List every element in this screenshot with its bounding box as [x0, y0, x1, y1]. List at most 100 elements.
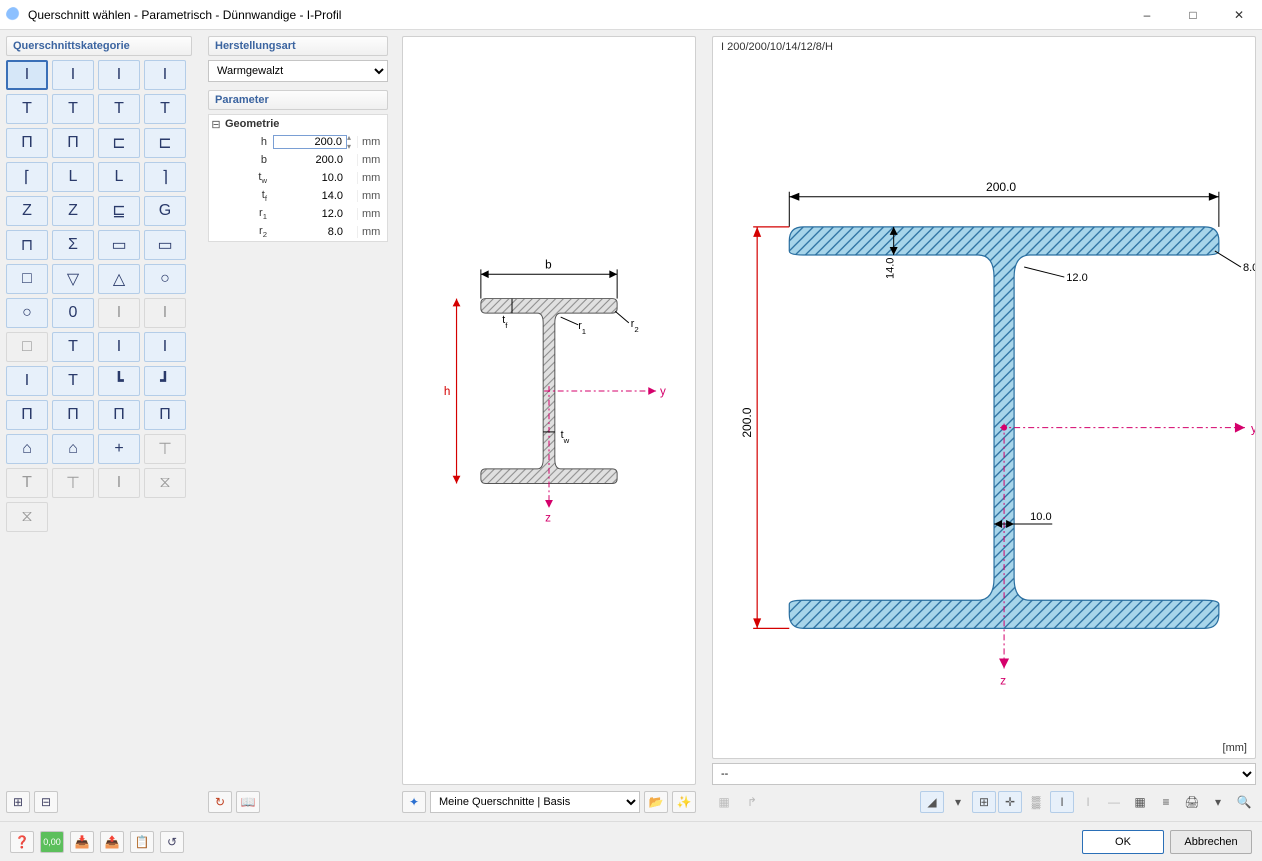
tool-a-icon[interactable]: I	[1076, 791, 1100, 813]
profile-cell-l-4[interactable]: ⌉	[144, 162, 186, 192]
profile-cell-ellipse[interactable]: 0	[52, 298, 94, 328]
values-icon[interactable]: I	[1050, 791, 1074, 813]
profile-cell-dis-8[interactable]: ⧖	[144, 468, 186, 498]
profile-cell-t-2[interactable]: T	[52, 94, 94, 124]
favorites-select[interactable]: Meine Querschnitte | Basis	[430, 791, 640, 813]
info-button[interactable]: ↻	[208, 791, 232, 813]
profile-cell-ring[interactable]: ○	[6, 298, 48, 328]
param-row-tw[interactable]: tw 10.0 mm	[209, 169, 387, 187]
profile-cell-l-1[interactable]: ⌈	[6, 162, 48, 192]
unit-label: [mm]	[1223, 742, 1247, 754]
close-button[interactable]: ✕	[1216, 0, 1262, 30]
profile-cell-i-2[interactable]: I	[52, 60, 94, 90]
expand-all-button[interactable]: ⊞	[6, 791, 30, 813]
profile-cell-z-1[interactable]: Z	[6, 196, 48, 226]
profile-cell-comp-7[interactable]: Π	[98, 400, 140, 430]
profile-cell-dis-5[interactable]: T	[6, 468, 48, 498]
profile-cell-plus[interactable]: +	[98, 434, 140, 464]
cancel-button[interactable]: Abbrechen	[1170, 830, 1252, 854]
manufacturing-header: Herstellungsart	[208, 36, 388, 56]
ok-button[interactable]: OK	[1082, 830, 1164, 854]
open-favorite-button[interactable]: 📂	[644, 791, 668, 813]
profile-cell-dis-9[interactable]: ⧖	[6, 502, 48, 532]
profile-cell-l-3[interactable]: L	[98, 162, 140, 192]
profile-cell-dis-7[interactable]: I	[98, 468, 140, 498]
profile-cell-comp-4[interactable]: ┛	[144, 366, 186, 396]
profile-cell-comp-9[interactable]: ⌂	[6, 434, 48, 464]
profile-cell-hat-2[interactable]: ▭	[98, 230, 140, 260]
profile-cell-dis-6[interactable]: ⊤	[52, 468, 94, 498]
new-favorite-button[interactable]: ✨	[672, 791, 696, 813]
help-button[interactable]: ❓	[10, 831, 34, 853]
add-favorite-button[interactable]: ✦	[402, 791, 426, 813]
profile-cell-circle[interactable]: ○	[144, 264, 186, 294]
maximize-button[interactable]: □	[1170, 0, 1216, 30]
parameter-group-row[interactable]: ⊟ Geometrie	[209, 115, 387, 133]
profile-cell-t-1[interactable]: T	[6, 94, 48, 124]
profile-cell-rect[interactable]: ▭	[144, 230, 186, 260]
param-row-tf[interactable]: tf 14.0 mm	[209, 187, 387, 205]
export-button[interactable]: 📤	[100, 831, 124, 853]
profile-cell-pi-2[interactable]: Π	[52, 128, 94, 158]
profile-cell-tri-up[interactable]: △	[98, 264, 140, 294]
param-row-b[interactable]: b 200.0 mm	[209, 151, 387, 169]
profile-cell-comp-10[interactable]: ⌂	[52, 434, 94, 464]
print-dropdown-icon[interactable]: ▾	[1206, 791, 1230, 813]
profile-cell-g[interactable]: G	[144, 196, 186, 226]
profile-cell-comp-2[interactable]: T	[52, 366, 94, 396]
spinner-icon[interactable]: ▴▾	[347, 133, 357, 151]
profile-cell-t-3[interactable]: T	[98, 94, 140, 124]
profile-cell-c-2[interactable]: ⊏	[144, 128, 186, 158]
profile-cell-z-2[interactable]: Z	[52, 196, 94, 226]
profile-cell-i-4[interactable]: I	[144, 60, 186, 90]
profile-cell-comp-3[interactable]: ┗	[98, 366, 140, 396]
minimize-button[interactable]: –	[1124, 0, 1170, 30]
profile-cell-thin-t-1[interactable]: T	[52, 332, 94, 362]
profile-cell-i-1[interactable]: I	[6, 60, 48, 90]
import-button[interactable]: 📥	[70, 831, 94, 853]
profile-cell-dis-4[interactable]: ⊤	[144, 434, 186, 464]
search-icon[interactable]: 🔍	[1232, 791, 1256, 813]
param-row-r1[interactable]: r1 12.0 mm	[209, 205, 387, 223]
list-icon[interactable]: ≡	[1154, 791, 1178, 813]
library-button[interactable]: 📖	[236, 791, 260, 813]
profile-cell-c-1[interactable]: ⊏	[98, 128, 140, 158]
collapse-all-button[interactable]: ⊟	[34, 791, 58, 813]
profile-cell-box[interactable]: □	[6, 264, 48, 294]
profile-cell-comp-8[interactable]: Π	[144, 400, 186, 430]
pointer-icon[interactable]: ↱	[740, 791, 764, 813]
profile-cell-i-3[interactable]: I	[98, 60, 140, 90]
profile-cell-thin-i-1[interactable]: I	[98, 332, 140, 362]
param-row-r2[interactable]: r2 8.0 mm	[209, 223, 387, 241]
aux-dropdown[interactable]: --	[712, 763, 1256, 785]
dimensions-icon[interactable]: ⊞	[972, 791, 996, 813]
units-button[interactable]: 0,00	[40, 831, 64, 853]
view-solid-icon[interactable]: ◢	[920, 791, 944, 813]
profile-cell-c-3[interactable]: ⊑	[98, 196, 140, 226]
axes-icon[interactable]: ✛	[998, 791, 1022, 813]
view-dropdown-icon[interactable]: ▾	[946, 791, 970, 813]
profile-cell-dis-1[interactable]: I	[98, 298, 140, 328]
tool-b-icon[interactable]: —	[1102, 791, 1126, 813]
manufacturing-select[interactable]: Warmgewalzt	[208, 60, 388, 82]
print-icon[interactable]: 🖨	[1180, 791, 1204, 813]
profile-cell-comp-5[interactable]: Π	[6, 400, 48, 430]
profile-cell-pi-1[interactable]: Π	[6, 128, 48, 158]
profile-cell-dis-2[interactable]: I	[144, 298, 186, 328]
profile-cell-tri-down[interactable]: ▽	[52, 264, 94, 294]
param-row-h[interactable]: h 200.0 ▴▾ mm	[209, 133, 387, 151]
profile-cell-comp-1[interactable]: I	[6, 366, 48, 396]
profile-cell-comp-6[interactable]: Π	[52, 400, 94, 430]
profile-cell-sigma[interactable]: Σ	[52, 230, 94, 260]
profile-cell-t-4[interactable]: T	[144, 94, 186, 124]
profile-cell-dis-3[interactable]: □	[6, 332, 48, 362]
table-icon[interactable]: ▦	[1128, 791, 1152, 813]
grid-icon[interactable]: ▒	[1024, 791, 1048, 813]
profile-cell-l-2[interactable]: L	[52, 162, 94, 192]
stress-icon[interactable]: ▦	[712, 791, 736, 813]
profile-cell-hat-1[interactable]: ⊓	[6, 230, 48, 260]
reset-button[interactable]: ↺	[160, 831, 184, 853]
collapse-icon[interactable]: ⊟	[209, 118, 223, 131]
clipboard-button[interactable]: 📋	[130, 831, 154, 853]
profile-cell-thin-i-2[interactable]: I	[144, 332, 186, 362]
